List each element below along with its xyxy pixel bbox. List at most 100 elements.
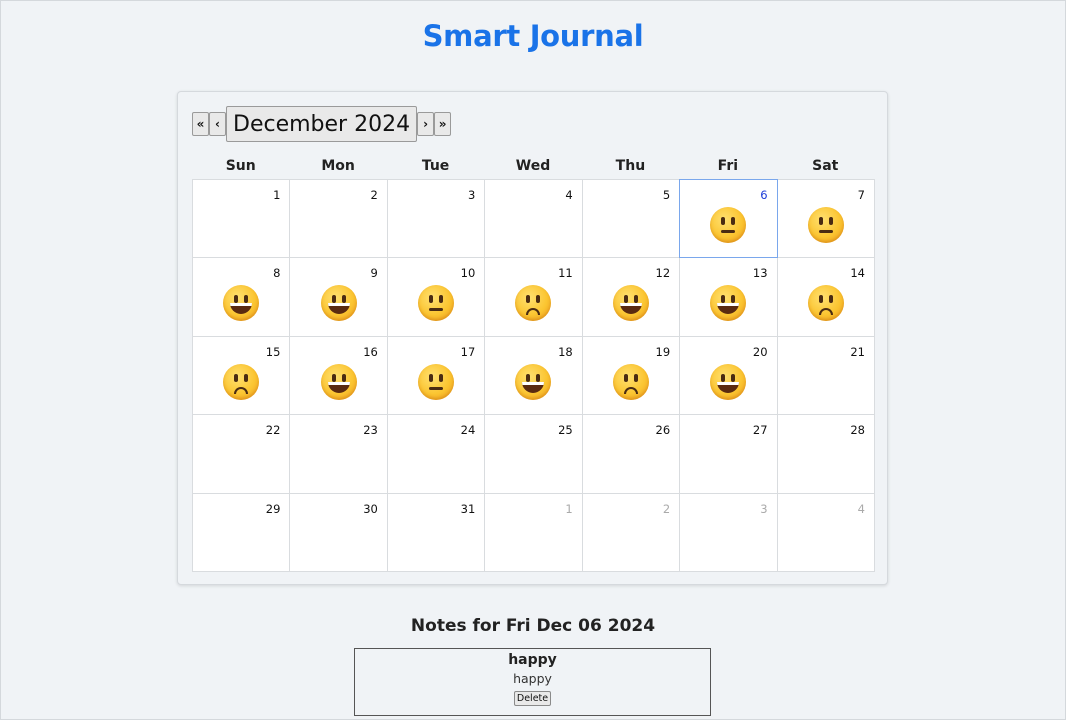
note-title: happy (508, 652, 557, 668)
day-cell[interactable]: 3 (679, 492, 778, 572)
day-number: 21 (850, 344, 865, 359)
happy-face-icon (710, 285, 747, 322)
weekday-header: Sun Mon Tue Wed Thu Fri Sat (192, 158, 874, 174)
day-number: 16 (363, 344, 378, 359)
day-cell[interactable]: 24 (386, 414, 486, 494)
day-cell[interactable]: 2 (581, 492, 681, 572)
day-number: 3 (467, 188, 476, 202)
day-cell[interactable]: 7 (776, 179, 875, 259)
calendar: « ‹ December 2024 › » Sun Mon Tue Wed Th… (177, 91, 888, 585)
day-number: 22 (265, 423, 281, 438)
weekday-label: Fri (717, 158, 739, 174)
day-cell[interactable]: 25 (484, 414, 583, 494)
day-cell[interactable]: 9 (289, 257, 388, 337)
weekday-label: Mon (321, 158, 355, 174)
day-cell[interactable]: 8 (192, 257, 291, 337)
day-cell[interactable]: 12 (581, 257, 681, 337)
sad-face-icon (223, 363, 260, 400)
day-cell[interactable]: 6 (679, 179, 778, 259)
day-cell[interactable]: 5 (581, 179, 681, 259)
day-number: 7 (857, 188, 865, 202)
day-number: 24 (460, 423, 476, 438)
day-number: 26 (655, 423, 671, 438)
day-number: 15 (265, 344, 281, 359)
day-cell[interactable]: 31 (386, 492, 486, 572)
sad-face-icon (807, 285, 844, 322)
day-cell[interactable]: 10 (386, 257, 486, 337)
happy-face-icon (223, 285, 260, 322)
day-number: 3 (760, 501, 768, 516)
notes-heading: Notes for Fri Dec 06 2024 (410, 616, 656, 636)
next-year-button[interactable]: » (434, 112, 452, 136)
day-cell[interactable]: 18 (484, 335, 583, 416)
weekday-label: Sat (812, 158, 839, 174)
day-number: 28 (850, 423, 865, 438)
day-cell[interactable]: 1 (192, 179, 291, 259)
day-number: 5 (662, 188, 671, 202)
happy-face-icon (710, 363, 747, 400)
day-cell[interactable]: 30 (289, 492, 388, 572)
day-cell[interactable]: 13 (679, 257, 778, 337)
calendar-nav: « ‹ December 2024 › » (192, 106, 452, 142)
day-number: 31 (460, 501, 476, 516)
day-cell[interactable]: 26 (581, 414, 681, 494)
next-month-button[interactable]: › (417, 112, 435, 136)
day-number: 1 (273, 188, 281, 202)
day-number: 11 (558, 266, 573, 281)
day-number: 12 (655, 266, 671, 281)
happy-face-icon (612, 285, 649, 322)
happy-face-icon (320, 285, 357, 322)
app-title: Smart Journal (422, 19, 644, 53)
neutral-face-icon (418, 285, 455, 322)
prev-year-button[interactable]: « (192, 112, 209, 136)
day-number: 30 (363, 501, 378, 516)
day-number: 23 (363, 423, 378, 438)
day-cell[interactable]: 4 (776, 492, 875, 572)
day-cell[interactable]: 4 (484, 179, 583, 259)
day-cell[interactable]: 20 (679, 335, 778, 416)
day-cell[interactable]: 16 (289, 335, 388, 416)
note-body: happy (513, 671, 552, 686)
sad-face-icon (515, 285, 552, 322)
neutral-face-icon (418, 363, 455, 400)
day-cell[interactable]: 19 (581, 335, 681, 416)
day-cell[interactable]: 1 (484, 492, 583, 572)
note-card: happy happy Delete (354, 648, 711, 716)
day-number: 10 (460, 266, 476, 281)
day-cell[interactable]: 14 (776, 257, 875, 337)
day-number: 18 (558, 344, 573, 359)
calendar-grid: 1 2 3 4 5 6 7 8 9 10 11 12 13 14 15 16 17 18 19 20 21 22 23 24 2… (192, 179, 875, 572)
day-number: 8 (273, 266, 281, 281)
weekday-label: Thu (615, 158, 646, 174)
weekday-label: Tue (421, 158, 450, 174)
day-cell[interactable]: 21 (776, 335, 875, 416)
neutral-face-icon (710, 207, 747, 243)
day-cell[interactable]: 11 (484, 257, 583, 337)
day-cell[interactable]: 23 (289, 414, 388, 494)
day-number: 17 (460, 344, 476, 359)
day-cell[interactable]: 3 (386, 179, 486, 259)
day-number: 6 (760, 188, 768, 202)
prev-month-button[interactable]: ‹ (209, 112, 226, 136)
day-number: 27 (752, 423, 768, 438)
day-cell[interactable]: 2 (289, 179, 388, 259)
delete-note-button[interactable]: Delete (513, 691, 552, 706)
day-cell[interactable]: 27 (679, 414, 778, 494)
happy-face-icon (515, 363, 552, 400)
day-number: 1 (565, 501, 573, 516)
day-number: 4 (857, 501, 865, 516)
day-number: 14 (850, 266, 865, 281)
day-number: 2 (662, 501, 671, 516)
day-cell[interactable]: 17 (386, 335, 486, 416)
month-label-button[interactable]: December 2024 (226, 106, 418, 142)
day-number: 20 (752, 344, 768, 359)
day-cell[interactable]: 29 (192, 492, 291, 572)
happy-face-icon (320, 363, 357, 400)
day-number: 29 (265, 501, 281, 516)
day-cell[interactable]: 28 (776, 414, 875, 494)
day-number: 9 (370, 266, 378, 281)
neutral-face-icon (807, 207, 844, 243)
day-cell[interactable]: 22 (192, 414, 291, 494)
day-number: 19 (655, 344, 671, 359)
day-cell[interactable]: 15 (192, 335, 291, 416)
